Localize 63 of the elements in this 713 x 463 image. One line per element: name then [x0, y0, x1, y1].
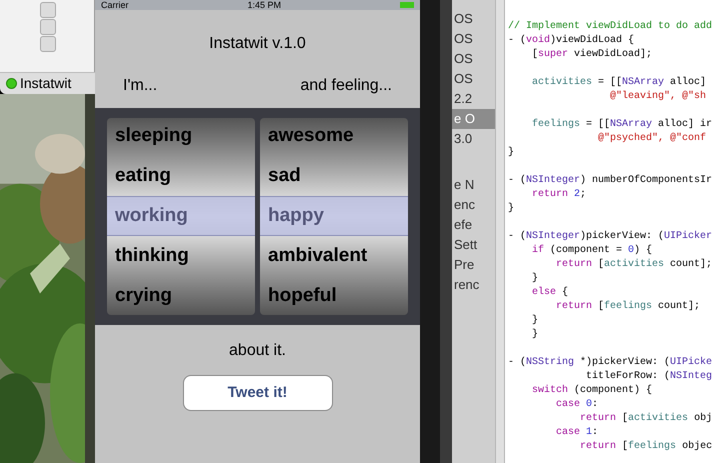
- code-line: @"leaving", @"sh: [609, 90, 708, 104]
- picker-row[interactable]: crying: [107, 276, 255, 315]
- sidebar-item[interactable]: Sett: [452, 235, 495, 255]
- window-control[interactable]: [40, 2, 56, 18]
- code-line: }: [531, 272, 540, 286]
- sidebar-item[interactable]: efe: [452, 215, 495, 235]
- sidebar-item[interactable]: 3.0: [452, 129, 495, 149]
- code-line: titleForRow: (NSInteg: [585, 370, 713, 384]
- code-line: activities = [[NSArray alloc]: [531, 76, 708, 90]
- code-line: return 2;: [531, 188, 588, 202]
- code-line: return [activities obj: [579, 412, 713, 426]
- code-line: - (NSString *)pickerView: (UIPicke: [508, 356, 713, 370]
- code-line: feelings = [[NSArray alloc] ir: [531, 118, 713, 132]
- picker-row[interactable]: awesome: [260, 118, 408, 156]
- picker-wheel[interactable]: awesome sad happy ambivalent hopeful: [260, 118, 408, 315]
- battery-icon: [400, 2, 414, 8]
- sidebar-item[interactable]: 2.2: [452, 89, 495, 109]
- code-line: // Implement viewDidLoad to do add: [508, 20, 713, 34]
- sidebar-item[interactable]: renc: [452, 275, 495, 295]
- code-line: case 1:: [555, 426, 600, 440]
- picker-row[interactable]: eating: [107, 156, 255, 196]
- picker-wheel[interactable]: sleeping eating working thinking crying: [107, 118, 255, 315]
- footer-label: about it.: [229, 341, 286, 361]
- picker-row[interactable]: thinking: [107, 236, 255, 276]
- code-line: }: [531, 328, 540, 342]
- code-line: }: [508, 146, 516, 160]
- sidebar-item[interactable]: Pre: [452, 255, 495, 275]
- picker-row[interactable]: hopeful: [260, 276, 408, 315]
- sidebar-item[interactable]: OS: [452, 29, 495, 49]
- code-line: return [activities count];: [555, 258, 713, 272]
- code-line: if (component = 0) {: [531, 244, 654, 258]
- code-line: }: [531, 314, 540, 328]
- sidebar-item[interactable]: OS: [452, 69, 495, 89]
- code-line: - (void)viewDidLoad {: [508, 34, 636, 48]
- picker-row[interactable]: sad: [260, 156, 408, 196]
- code-line: - (NSInteger)pickerView: (UIPicker: [508, 230, 713, 244]
- code-line: else {: [531, 286, 570, 300]
- sidebar-item[interactable]: OS: [452, 49, 495, 69]
- code-line: }: [508, 202, 516, 216]
- tweet-button[interactable]: Tweet it!: [182, 375, 332, 411]
- window-control[interactable]: [40, 19, 56, 35]
- code-line: - (NSInteger) numberOfComponentsIr: [508, 174, 713, 188]
- window-control[interactable]: [40, 36, 56, 52]
- code-line: return [feelings count];: [555, 300, 702, 314]
- activity-label: I'm...: [123, 76, 158, 96]
- code-line: @"psyched", @"conf: [597, 132, 708, 146]
- code-line: [super viewDidLoad];: [531, 48, 654, 62]
- code-line: switch (component) {: [531, 384, 654, 398]
- picker-row[interactable]: working: [107, 196, 255, 236]
- sidebar-item[interactable]: OS: [452, 9, 495, 29]
- carrier-label: Carrier: [101, 0, 129, 10]
- code-line: case 0:: [555, 398, 600, 412]
- code-line: return [feelings objec: [579, 440, 713, 454]
- app-title: Instatwit v.1.0: [209, 34, 306, 54]
- picker-row[interactable]: happy: [260, 196, 408, 236]
- sidebar-item[interactable]: e N: [452, 175, 495, 195]
- sidebar-item[interactable]: enc: [452, 195, 495, 215]
- picker[interactable]: sleeping eating working thinking crying awesome sad happy ambivalent hopeful: [95, 108, 420, 325]
- picker-row[interactable]: ambivalent: [260, 236, 408, 276]
- time-label: 1:45 PM: [247, 0, 282, 10]
- picker-row[interactable]: sleeping: [107, 118, 255, 156]
- feeling-label: and feeling...: [300, 76, 392, 96]
- window-tab[interactable]: Instatwit: [0, 72, 95, 94]
